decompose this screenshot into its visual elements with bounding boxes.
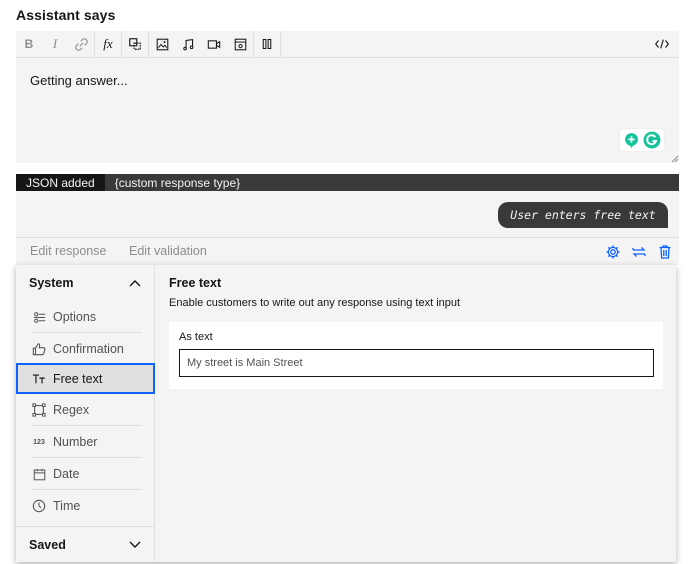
- function-icon: fx: [103, 36, 113, 51]
- link-icon: [74, 37, 88, 51]
- sidebar-item-label: Confirmation: [53, 342, 124, 356]
- saved-section-header[interactable]: Saved: [16, 526, 155, 562]
- audio-button[interactable]: [175, 31, 201, 58]
- image-icon: [156, 38, 168, 50]
- link-button[interactable]: [68, 31, 94, 58]
- video-icon: [207, 39, 221, 49]
- tab-edit-validation[interactable]: Edit validation: [129, 244, 207, 258]
- sidebar-item-date[interactable]: Date: [16, 458, 155, 490]
- sidebar-item-label: Regex: [53, 403, 90, 417]
- sidebar-item-label: Number: [53, 435, 98, 449]
- sidebar-item-label: Time: [53, 499, 81, 513]
- delete-trash-icon[interactable]: [657, 244, 673, 260]
- system-section-header[interactable]: System: [16, 265, 155, 301]
- function-button[interactable]: fx: [95, 31, 121, 58]
- italic-icon: I: [52, 36, 58, 51]
- image-button[interactable]: [149, 31, 175, 58]
- variable-icon: [129, 38, 141, 50]
- sidebar-item-label: Options: [53, 310, 97, 324]
- calendar-icon: [33, 468, 45, 480]
- section-heading: Assistant says: [16, 7, 116, 23]
- user-message-bubble: User enters free text: [498, 202, 668, 228]
- code-view-button[interactable]: [649, 31, 675, 58]
- video-button[interactable]: [201, 31, 227, 58]
- sidebar-item-regex[interactable]: Regex: [16, 394, 155, 426]
- italic-button[interactable]: I: [42, 31, 68, 58]
- saved-section-label: Saved: [29, 537, 66, 552]
- swap-icon[interactable]: [631, 244, 647, 260]
- json-indicator-bar: JSON added {custom response type}: [16, 174, 679, 191]
- number-icon: 123: [33, 438, 45, 446]
- custom-response-type-label: {custom response type}: [114, 175, 241, 190]
- sidebar-item-time[interactable]: Time: [16, 490, 155, 522]
- grammarly-g-icon: [643, 131, 661, 149]
- regex-icon: [32, 403, 46, 417]
- chevron-up-icon: [129, 280, 141, 287]
- settings-gear-icon[interactable]: [605, 244, 621, 260]
- music-icon: [182, 38, 193, 50]
- text-icon: [32, 373, 45, 383]
- columns-button[interactable]: [254, 31, 280, 58]
- sidebar-item-options[interactable]: Options: [16, 301, 155, 333]
- free-text-example-input[interactable]: My street is Main Street: [179, 349, 654, 377]
- code-icon: [655, 39, 669, 49]
- tab-edit-response[interactable]: Edit response: [30, 244, 106, 258]
- editor-toolbar: B I fx: [16, 30, 679, 58]
- grammarly-widget[interactable]: [620, 129, 664, 151]
- system-section-label: System: [29, 276, 74, 290]
- rich-text-editor[interactable]: B I fx Getting answer...: [16, 30, 679, 163]
- sidebar-item-confirmation[interactable]: Confirmation: [16, 333, 155, 365]
- sidebar-item-free-text[interactable]: Free text: [16, 363, 155, 394]
- options-icon: [33, 311, 45, 323]
- clock-icon: [32, 499, 46, 513]
- sidebar-item-number[interactable]: 123 Number: [16, 426, 155, 458]
- response-type-panel: System Options Confirmation Free text Re…: [16, 265, 676, 562]
- sidebar-item-label: Free text: [53, 371, 103, 386]
- response-preview: User enters free text: [16, 191, 679, 237]
- thumbs-up-icon: [32, 343, 46, 356]
- editor-content[interactable]: Getting answer...: [30, 73, 128, 88]
- grammarly-plus-icon: [625, 132, 638, 148]
- bold-button[interactable]: B: [16, 31, 42, 58]
- resize-handle-icon[interactable]: [671, 155, 679, 163]
- iframe-icon: [234, 38, 246, 50]
- variable-button[interactable]: [122, 31, 148, 58]
- response-tabs: Edit response Edit validation: [16, 237, 679, 265]
- bold-icon: B: [24, 37, 34, 51]
- panel-content-title: Free text: [169, 276, 222, 290]
- free-text-example-card: As text My street is Main Street: [169, 322, 663, 389]
- as-text-label: As text: [179, 331, 213, 343]
- iframe-button[interactable]: [227, 31, 253, 58]
- sidebar-item-label: Date: [53, 467, 80, 481]
- pause-columns-icon: [262, 38, 272, 50]
- response-type-sidebar: System Options Confirmation Free text Re…: [16, 265, 155, 562]
- chevron-down-icon: [129, 541, 141, 548]
- toolbar-divider: [280, 30, 281, 58]
- json-added-tag: JSON added: [16, 174, 105, 191]
- panel-content-description: Enable customers to write out any respon…: [169, 297, 461, 309]
